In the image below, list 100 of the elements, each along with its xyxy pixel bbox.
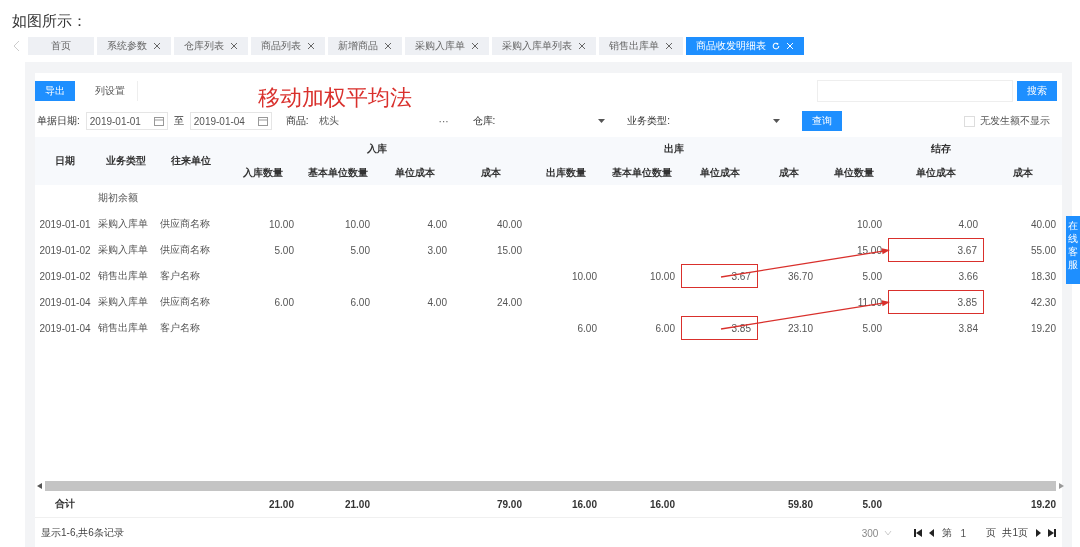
table-cell-text: 10.00 — [343, 218, 371, 230]
table-cell-text: 客户名称 — [159, 321, 201, 335]
column-header: 日期 — [55, 154, 75, 168]
table-cell-text: 21.00 — [267, 498, 295, 510]
record-summary: 显示1-6,共6条记录 — [41, 526, 124, 540]
close-icon[interactable] — [665, 42, 673, 50]
product-label: 商品: — [285, 114, 309, 128]
table-cell-text: 3.00 — [426, 244, 448, 256]
table-cell-text: 6.00 — [273, 296, 295, 308]
checkbox[interactable] — [964, 115, 975, 127]
tab[interactable]: 采购入库单列表 — [492, 37, 596, 55]
close-icon[interactable] — [471, 42, 479, 50]
table-cell-text: 15.00 — [855, 244, 883, 256]
column-header: 成本 — [778, 166, 799, 180]
table-cell-text: 55.00 — [1029, 244, 1057, 256]
table-cell: 3.85 — [888, 290, 984, 314]
table-cell-text: 10.00 — [570, 270, 598, 282]
tab-label: 商品列表 — [261, 39, 301, 53]
table-cell-text: 2019-01-01 — [38, 218, 92, 230]
close-icon[interactable] — [230, 42, 238, 50]
product-field[interactable]: 枕头 ··· — [314, 113, 453, 129]
annotation-title: 移动加权平均法 — [258, 84, 412, 112]
table-cell-text: 销售出库单 — [97, 321, 149, 335]
table-cell-text: 采购入库单 — [97, 217, 149, 231]
side-tab[interactable]: 在线客服 — [1066, 216, 1080, 284]
tab[interactable]: 新增商品 — [328, 37, 402, 55]
next-page-icon[interactable] — [1034, 529, 1042, 537]
table-cell-text: 2019-01-04 — [38, 296, 92, 308]
calendar-icon[interactable] — [153, 116, 164, 126]
query-button[interactable]: 查询 — [802, 111, 843, 131]
page-label: 第 — [942, 526, 953, 540]
group-header: 入库 — [366, 142, 387, 156]
table-cell-text: 销售出库单 — [97, 269, 149, 283]
tab-label: 首页 — [51, 39, 71, 53]
date-field[interactable]: 2019-01-04 — [189, 112, 272, 130]
table-cell-text: 3.66 — [957, 270, 979, 282]
table-cell-text: 2019-01-02 — [38, 244, 92, 256]
export-button[interactable]: 导出 — [35, 81, 75, 101]
table-cell-text: 42.30 — [1029, 296, 1057, 308]
table-cell-text: 6.00 — [576, 322, 598, 334]
table-cell-text: 供应商名称 — [159, 295, 211, 309]
table-cell-text: 40.00 — [1029, 218, 1057, 230]
tab[interactable]: 系统参数 — [97, 37, 171, 55]
tab[interactable]: 商品列表 — [251, 37, 325, 55]
previous-page-icon[interactable] — [928, 529, 937, 537]
table-cell-text: 23.10 — [786, 322, 814, 334]
table-cell-text: 供应商名称 — [159, 217, 211, 231]
close-icon[interactable] — [307, 42, 315, 50]
caret-icon[interactable] — [773, 118, 781, 124]
table-cell-text: 18.30 — [1029, 270, 1057, 282]
table-cell-text: 3.84 — [957, 322, 979, 334]
checkbox-label: 无发生额不显示 — [980, 114, 1050, 128]
tab-label: 商品收发明细表 — [696, 39, 766, 53]
close-icon[interactable] — [384, 42, 392, 50]
tab[interactable]: 销售出库单 — [599, 37, 683, 55]
caret-icon[interactable] — [598, 118, 606, 124]
table-cell-text: 21.00 — [343, 498, 371, 510]
table-cell-text: 6.00 — [349, 296, 371, 308]
table-cell-text: 10.00 — [648, 270, 676, 282]
date-label: 单据日期: — [37, 114, 80, 128]
table-cell-text: 期初余额 — [97, 191, 139, 205]
column-header: 基本单位数量 — [612, 166, 672, 180]
column-header: 入库数量 — [242, 166, 283, 180]
tab[interactable]: 采购入库单 — [405, 37, 489, 55]
refresh-icon[interactable] — [772, 42, 780, 50]
tab[interactable]: 商品收发明细表 — [686, 37, 804, 55]
table-cell-text: 5.00 — [273, 244, 295, 256]
first-page-icon[interactable] — [914, 529, 923, 537]
table-cell-text: 10.00 — [267, 218, 295, 230]
table-cell-text: 客户名称 — [159, 269, 201, 283]
table-cell-text: 5.00 — [861, 498, 883, 510]
scrollbar-thumb[interactable] — [45, 481, 1056, 491]
tab[interactable]: 首页 — [28, 37, 94, 55]
total-pages: 共1页 — [1002, 526, 1028, 540]
tab-label: 新增商品 — [338, 39, 378, 53]
table-cell-text: 采购入库单 — [97, 243, 149, 257]
table-cell-text: 5.00 — [861, 322, 883, 334]
table-cell-text: 79.00 — [495, 498, 523, 510]
table-cell-text: 2019-01-04 — [38, 322, 92, 334]
tab-label: 销售出库单 — [609, 39, 659, 53]
column-header: 单位成本 — [394, 166, 435, 180]
table-cell-text: 11.00 — [856, 296, 883, 308]
page-size-select[interactable]: 300 — [861, 527, 879, 539]
table-cell-text: 6.00 — [654, 322, 676, 334]
close-icon[interactable] — [578, 42, 586, 50]
table-cell-text: 24.00 — [495, 296, 523, 308]
to-label: 至 — [173, 114, 184, 128]
scroll-right-icon[interactable] — [1059, 483, 1064, 489]
type-label: 业务类型: — [627, 114, 671, 128]
scroll-left-icon[interactable] — [37, 483, 42, 489]
calendar-icon[interactable] — [257, 116, 268, 126]
intro-text: 如图所示： — [11, 11, 88, 31]
column-header: 出库数量 — [545, 166, 586, 180]
date-field[interactable]: 2019-01-01 — [85, 112, 168, 130]
tab[interactable]: 仓库列表 — [174, 37, 248, 55]
search-button[interactable]: 搜索 — [1017, 81, 1057, 101]
last-page-icon[interactable] — [1048, 529, 1056, 537]
table-cell-text: 19.20 — [1029, 498, 1057, 510]
close-icon[interactable] — [153, 42, 161, 50]
group-header: 结存 — [930, 142, 951, 156]
